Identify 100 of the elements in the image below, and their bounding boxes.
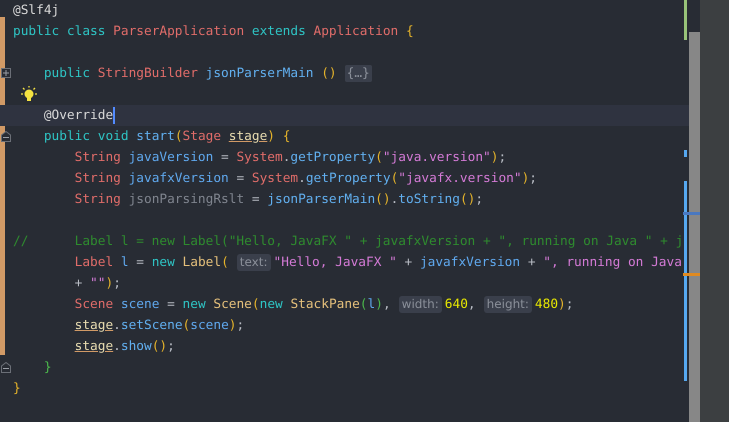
- code-token: show: [120, 339, 152, 354]
- parameter-hint: text:: [236, 254, 271, 271]
- code-token: ,: [382, 297, 391, 312]
- code-token: new: [182, 297, 207, 312]
- code-token: @Override: [42, 108, 114, 123]
- code-token: (): [375, 192, 391, 207]
- code-token: (: [360, 297, 368, 312]
- code-token: ParserApplication: [113, 24, 244, 39]
- code-token: (: [390, 171, 398, 186]
- code-token: l: [368, 297, 376, 312]
- folded-code[interactable]: {…}: [344, 65, 372, 82]
- code-token: Label: [182, 255, 222, 270]
- code-token: =: [135, 255, 146, 270]
- code-token: (): [460, 192, 476, 207]
- code-token: (: [375, 150, 383, 165]
- code-token: =: [220, 150, 230, 165]
- scrollbar-thumb[interactable]: [689, 32, 700, 422]
- code-token: ): [522, 171, 530, 186]
- code-token: ): [558, 297, 566, 312]
- code-token: StringBuilder: [98, 66, 198, 81]
- code-token: =: [235, 171, 246, 186]
- code-token: start: [136, 129, 175, 144]
- code-token: l: [120, 255, 129, 270]
- code-token: +: [74, 276, 84, 291]
- collapse-icon[interactable]: [1, 362, 11, 373]
- code-token: getProperty: [290, 150, 376, 165]
- code-token: Label: [74, 255, 114, 270]
- code-token: "Hello, JavaFX ": [274, 255, 397, 270]
- code-token: String: [74, 192, 122, 207]
- code-token: @Slf4j: [13, 3, 60, 18]
- code-token: toString: [398, 192, 460, 207]
- code-token: new: [152, 255, 176, 270]
- change-marker: [684, 150, 687, 157]
- code-token: System: [236, 150, 283, 165]
- code-token: {: [282, 129, 290, 144]
- code-token: .: [298, 171, 306, 186]
- code-token: ,: [468, 297, 476, 312]
- code-token: ): [228, 318, 236, 333]
- code-token: "": [90, 276, 106, 291]
- code-token: ): [105, 276, 114, 291]
- code-token: ;: [113, 276, 121, 291]
- code-token: javafxVersion: [420, 255, 520, 270]
- code-token: {: [404, 24, 414, 39]
- code-token: "javafx.version": [398, 171, 522, 186]
- code-token: scene: [120, 297, 160, 312]
- code-token: }: [42, 360, 52, 375]
- code-token: ;: [167, 339, 175, 354]
- scroll-marker: [683, 212, 700, 215]
- code-token: Stage: [182, 129, 222, 144]
- code-token: getProperty: [306, 171, 391, 186]
- code-token: ;: [475, 192, 484, 207]
- code-token: jsonParsingRslt: [128, 192, 244, 207]
- code-token: javafxVersion: [128, 171, 229, 186]
- code-token: setScene: [120, 318, 183, 333]
- change-marker: [684, 0, 687, 40]
- code-token: javaVersion: [128, 150, 214, 165]
- code-token: scene: [190, 318, 229, 333]
- code-token: String: [74, 150, 122, 165]
- code-token: stage: [228, 129, 268, 144]
- code-token: .: [390, 192, 398, 207]
- code-token: =: [250, 192, 261, 207]
- code-token: ): [267, 129, 276, 144]
- text-cursor: [113, 107, 116, 124]
- code-token: Scene: [213, 297, 252, 312]
- code-token: Scene: [74, 297, 114, 312]
- code-token: StackPane: [290, 297, 360, 312]
- code-token: ): [375, 297, 383, 312]
- scroll-marker: [683, 273, 700, 276]
- code-token: (: [221, 255, 229, 270]
- lightbulb-icon[interactable]: [20, 86, 38, 104]
- code-token: +: [526, 255, 537, 270]
- code-token: (: [174, 129, 183, 144]
- code-token: .: [113, 339, 121, 354]
- code-token: ): [490, 150, 498, 165]
- code-token: }: [13, 381, 21, 396]
- code-token: public: [42, 66, 92, 81]
- parameter-hint: width:: [398, 296, 442, 313]
- code-token: (): [321, 66, 337, 81]
- code-token: stage: [74, 318, 114, 333]
- code-token: // Label l = new Label("Hello, JavaFX " + javafxVersion + ", running on Java " + j: [13, 234, 684, 249]
- code-token: String: [74, 171, 122, 186]
- code-token: Application: [314, 24, 398, 39]
- code-token: new: [260, 297, 284, 312]
- code-token: .: [282, 150, 290, 165]
- code-token: jsonParserMain: [204, 66, 314, 81]
- code-token: System: [252, 171, 298, 186]
- collapse-icon[interactable]: [1, 131, 11, 142]
- code-token: ;: [566, 297, 574, 312]
- code-token: +: [404, 255, 414, 270]
- code-token: =: [166, 297, 176, 312]
- code-token: ", running on Java: [543, 255, 682, 270]
- code-token: 640: [444, 297, 468, 312]
- code-token: ;: [236, 318, 244, 333]
- code-token: jsonParserMain: [267, 192, 376, 207]
- code-token: public class: [13, 24, 106, 39]
- code-token: ;: [498, 150, 506, 165]
- code-token: extends: [250, 24, 307, 39]
- expand-icon[interactable]: [1, 68, 11, 78]
- code-token: (: [252, 297, 260, 312]
- code-token: (: [182, 318, 190, 333]
